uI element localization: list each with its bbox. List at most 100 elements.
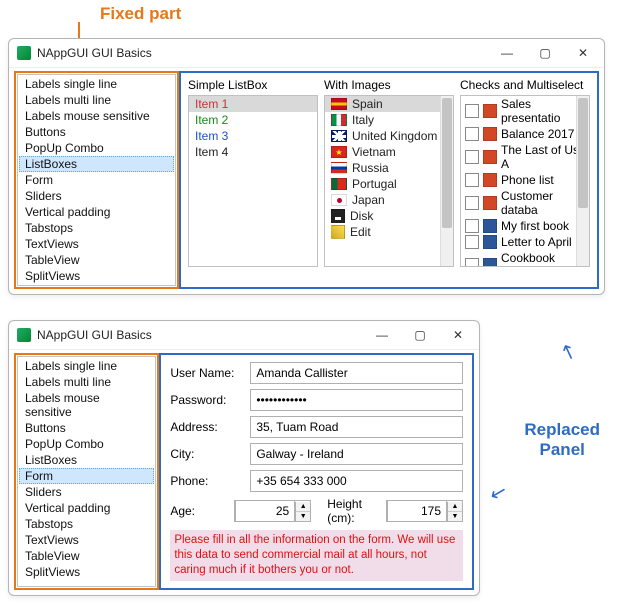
panel-form: User Name: Password: Address: City: Phon… [162, 356, 471, 587]
sidebar-item-sliders[interactable]: Sliders [19, 188, 174, 204]
list-item[interactable]: Item 4 [189, 144, 317, 160]
edit-icon [331, 225, 345, 239]
sidebar[interactable]: Labels single lineLabels multi lineLabel… [17, 74, 176, 286]
checkbox[interactable] [465, 127, 479, 141]
spinner-age[interactable]: ▲▼ [234, 500, 311, 522]
list-item[interactable]: Customer databa [461, 188, 589, 218]
list-item[interactable]: Sales presentatio [461, 96, 589, 126]
list-item-label: Japan [352, 193, 385, 207]
sidebar-item-sliders[interactable]: Sliders [19, 484, 154, 500]
simple-listbox[interactable]: Item 1Item 2Item 3Item 4 [188, 95, 318, 267]
annotation-replaced: Replaced Panel [524, 420, 600, 461]
checkbox[interactable] [465, 258, 479, 267]
list-item[interactable]: Item 1 [189, 96, 317, 112]
flag-jp-icon [331, 194, 347, 206]
close-button[interactable]: ✕ [564, 41, 602, 65]
checks-listbox[interactable]: Sales presentatioBalance 2017The Last of… [460, 95, 590, 267]
list-item-label: Edit [350, 225, 371, 239]
sidebar-item-vertical-padding[interactable]: Vertical padding [19, 204, 174, 220]
maximize-button[interactable]: ▢ [526, 41, 564, 65]
close-button[interactable]: ✕ [439, 323, 477, 347]
list-item[interactable]: Phone list [461, 172, 589, 188]
sidebar-item-labels-mouse-sensitive[interactable]: Labels mouse sensitive [19, 108, 174, 124]
list-item[interactable]: Portugal [325, 176, 453, 192]
input-city[interactable] [250, 443, 463, 465]
sidebar-item-listboxes[interactable]: ListBoxes [19, 156, 174, 172]
scrollbar-thumb[interactable] [578, 98, 588, 208]
list-item[interactable]: Cookbook Recip [461, 250, 589, 267]
file-icon [483, 127, 497, 141]
height-down-icon[interactable]: ▼ [448, 512, 462, 521]
list-item[interactable]: My first book [461, 218, 589, 234]
sidebar-item-form[interactable]: Form [19, 172, 174, 188]
list-item[interactable]: Balance 2017 [461, 126, 589, 142]
input-phone[interactable] [250, 470, 463, 492]
checkbox[interactable] [465, 219, 479, 233]
sidebar-item-popup-combo[interactable]: PopUp Combo [19, 140, 174, 156]
height-up-icon[interactable]: ▲ [448, 502, 462, 512]
checkbox[interactable] [465, 104, 479, 118]
sidebar-item-textviews[interactable]: TextViews [19, 236, 174, 252]
flag-vn-icon: ★ [331, 146, 347, 158]
list-item[interactable]: Item 3 [189, 128, 317, 144]
input-password[interactable] [250, 389, 463, 411]
list-item[interactable]: Letter to April [461, 234, 589, 250]
minimize-button[interactable]: ― [363, 323, 401, 347]
list-item[interactable]: Japan [325, 192, 453, 208]
maximize-button[interactable]: ▢ [401, 323, 439, 347]
col2-title: With Images [324, 78, 454, 92]
sidebar-item-buttons[interactable]: Buttons [19, 124, 174, 140]
sidebar-item-labels-single-line[interactable]: Labels single line [19, 358, 154, 374]
checkbox[interactable] [465, 150, 479, 164]
sidebar-item-tableview[interactable]: TableView [19, 252, 174, 268]
flag-ru-icon [331, 162, 347, 174]
sidebar[interactable]: Labels single lineLabels multi lineLabel… [17, 356, 156, 587]
sidebar-item-labels-mouse-sensitive[interactable]: Labels mouse sensitive [19, 390, 154, 420]
list-item[interactable]: ★Vietnam [325, 144, 453, 160]
sidebar-item-tabstops[interactable]: Tabstops [19, 220, 174, 236]
scrollbar-thumb[interactable] [442, 98, 452, 228]
list-item[interactable]: Edit [325, 224, 453, 240]
scrollbar[interactable] [440, 96, 453, 266]
age-down-icon[interactable]: ▼ [296, 512, 310, 521]
sidebar-item-labels-single-line[interactable]: Labels single line [19, 76, 174, 92]
list-item[interactable]: United Kingdom [325, 128, 453, 144]
list-item-label: Spain [352, 97, 383, 111]
checkbox[interactable] [465, 235, 479, 249]
checkbox[interactable] [465, 196, 479, 210]
checkbox[interactable] [465, 173, 479, 187]
sidebar-item-splitviews[interactable]: SplitViews [19, 564, 154, 580]
sidebar-item-form[interactable]: Form [19, 468, 154, 484]
sidebar-item-labels-multi-line[interactable]: Labels multi line [19, 374, 154, 390]
file-icon [483, 235, 497, 249]
list-item-label: Disk [350, 209, 373, 223]
list-item[interactable]: Russia [325, 160, 453, 176]
sidebar-item-popup-combo[interactable]: PopUp Combo [19, 436, 154, 452]
label-username: User Name: [170, 366, 242, 380]
scrollbar[interactable] [576, 96, 589, 266]
input-age[interactable] [235, 500, 295, 522]
images-listbox[interactable]: Spain ItalyUnited Kingdom★VietnamRussiaPo… [324, 95, 454, 267]
minimize-button[interactable]: ― [488, 41, 526, 65]
list-item[interactable]: Spain [325, 96, 453, 112]
list-item[interactable]: The Last of Us A [461, 142, 589, 172]
sidebar-item-textviews[interactable]: TextViews [19, 532, 154, 548]
sidebar-item-splitviews[interactable]: SplitViews [19, 268, 174, 284]
input-height[interactable] [387, 500, 447, 522]
sidebar-item-tableview[interactable]: TableView [19, 548, 154, 564]
label-password: Password: [170, 393, 242, 407]
list-item[interactable]: Italy [325, 112, 453, 128]
sidebar-item-labels-multi-line[interactable]: Labels multi line [19, 92, 174, 108]
list-item[interactable]: Item 2 [189, 112, 317, 128]
file-icon [483, 150, 497, 164]
input-username[interactable] [250, 362, 463, 384]
sidebar-item-listboxes[interactable]: ListBoxes [19, 452, 154, 468]
list-item[interactable]: Disk [325, 208, 453, 224]
age-up-icon[interactable]: ▲ [296, 502, 310, 512]
spinner-height[interactable]: ▲▼ [386, 500, 463, 522]
sidebar-item-tabstops[interactable]: Tabstops [19, 516, 154, 532]
sidebar-item-buttons[interactable]: Buttons [19, 420, 154, 436]
input-address[interactable] [250, 416, 463, 438]
sidebar-item-vertical-padding[interactable]: Vertical padding [19, 500, 154, 516]
list-item-label: Italy [352, 113, 374, 127]
